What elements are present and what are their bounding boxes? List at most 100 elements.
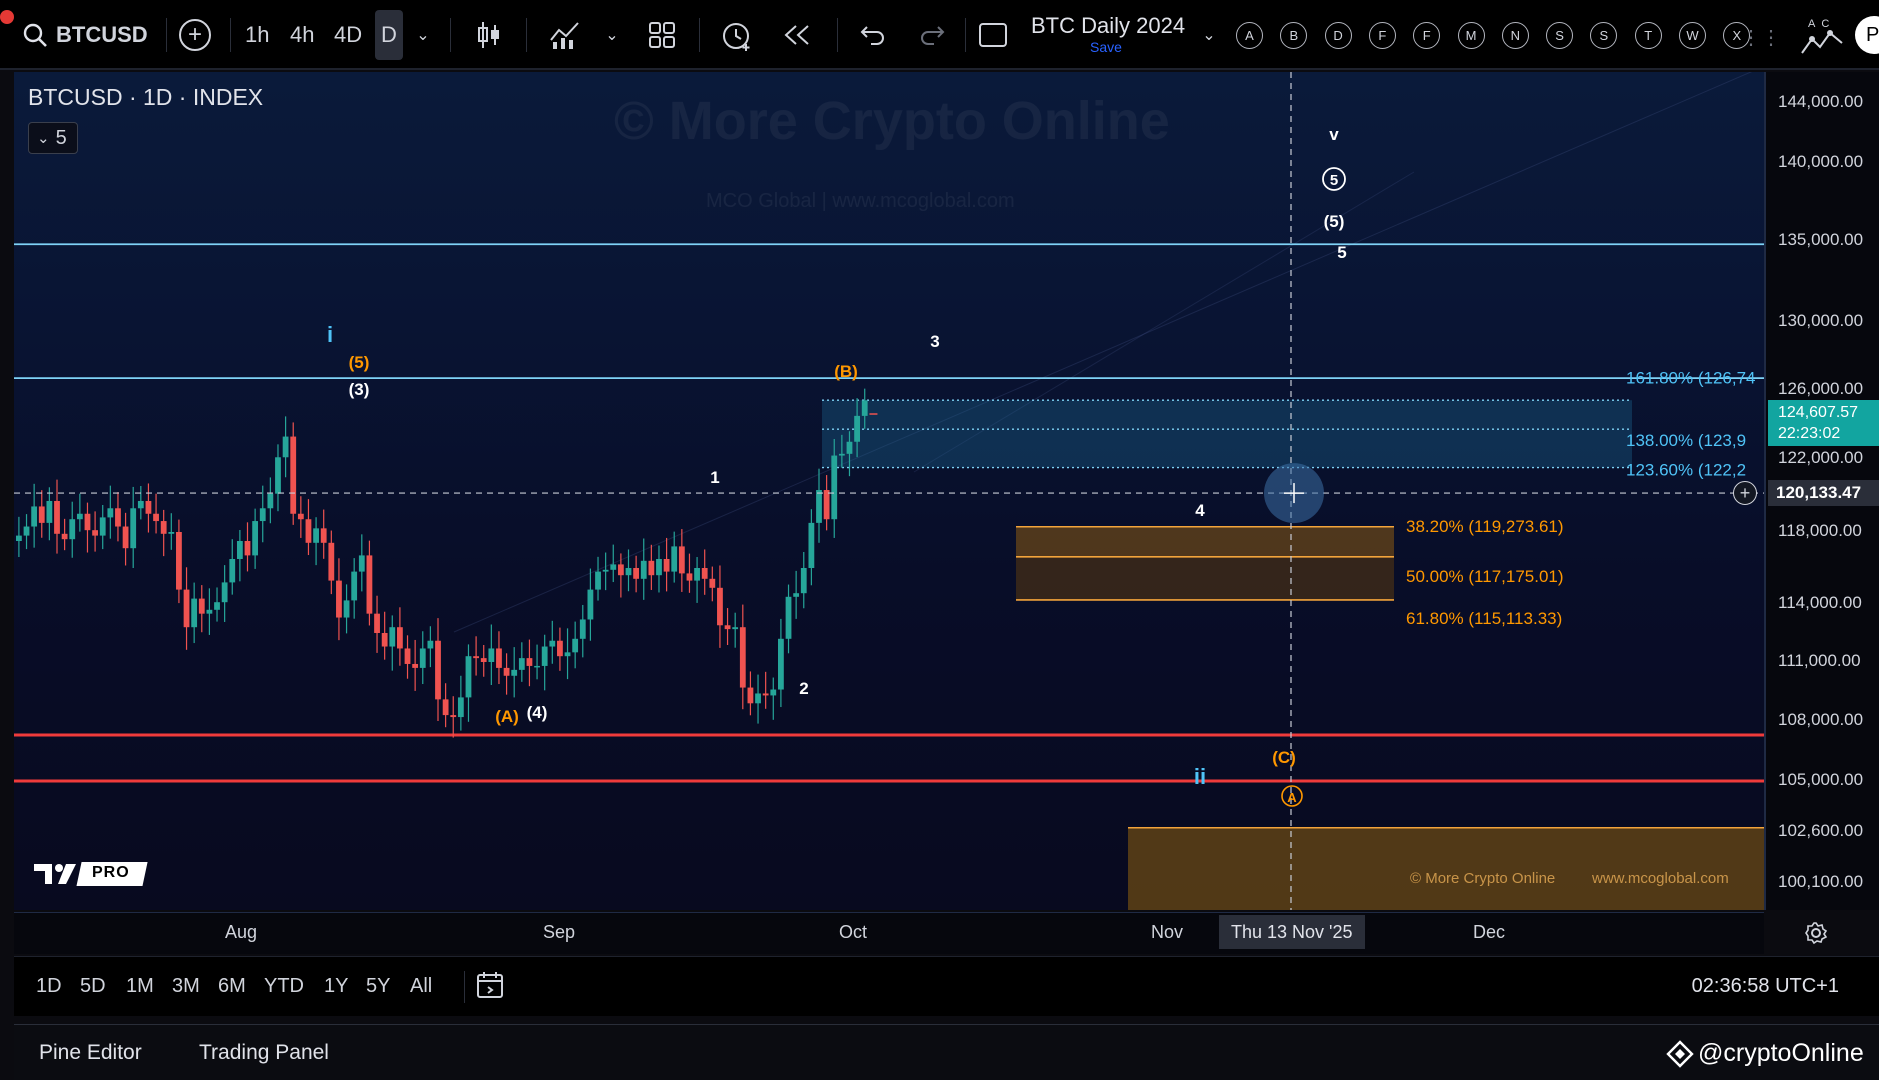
layout-grid-icon[interactable]	[645, 18, 679, 52]
legend-collapse-button[interactable]: ⌄ 5	[28, 122, 78, 154]
range-button-5d[interactable]: 5D	[80, 975, 106, 998]
tradingview-app: BTCUSD + 1h 4h 4D D ⌄ ⌄ BTC Daily 2024 S…	[0, 0, 1879, 1080]
candle-body	[412, 663, 419, 668]
candle-body	[31, 506, 38, 527]
drawing-button-w[interactable]: W	[1679, 22, 1706, 49]
range-button-5y[interactable]: 5Y	[366, 975, 390, 998]
fib-level-label: 123.60% (122,2	[1626, 461, 1746, 480]
fib-zone-upper	[1016, 526, 1394, 557]
drag-dots-icon[interactable]: ⋮⋮	[1741, 24, 1781, 50]
candle-body	[473, 656, 479, 659]
replay-icon[interactable]	[780, 18, 814, 52]
drawing-button-a[interactable]: A	[1236, 22, 1263, 49]
utc-clock[interactable]: 02:36:58 UTC+1	[1692, 975, 1839, 998]
time-tick: Nov	[1151, 922, 1184, 942]
candle-body	[99, 517, 106, 536]
panel-bar: Pine Editor Trading Panel @cryptoOnline	[14, 1024, 1879, 1080]
candle-body	[46, 500, 53, 523]
range-button-ytd[interactable]: YTD	[264, 975, 304, 998]
wave-label: ii	[1194, 764, 1206, 789]
drawing-button-b[interactable]: B	[1280, 22, 1308, 49]
candle-body	[595, 571, 601, 590]
drawing-button-t[interactable]: T	[1634, 22, 1662, 49]
chevron-down-icon: ⌄	[37, 130, 50, 147]
candle-body	[168, 532, 175, 534]
candle-body	[534, 665, 540, 668]
candle-body	[854, 415, 860, 442]
candle-body	[145, 500, 152, 514]
drawing-button-m[interactable]: M	[1457, 22, 1485, 49]
drawing-button-s[interactable]: S	[1590, 22, 1618, 49]
last-price-value: 124,607.57	[1778, 404, 1859, 422]
wave-label: (B)	[834, 362, 858, 381]
range-button-all[interactable]: All	[410, 975, 432, 998]
interval-4d[interactable]: 4D	[334, 18, 362, 52]
candle-body	[800, 568, 807, 594]
price-tick: 100,100.00	[1778, 872, 1864, 891]
fullscreen-icon[interactable]	[978, 20, 1008, 50]
range-button-1y[interactable]: 1Y	[324, 975, 348, 998]
candle-body	[442, 699, 449, 716]
candle-body	[602, 569, 609, 572]
tab-trading-panel[interactable]: Trading Panel	[199, 1041, 329, 1065]
chart-pane[interactable]: © More Crypto Online MCO Global | www.mc…	[14, 72, 1764, 910]
layout-name[interactable]: BTC Daily 2024	[1031, 13, 1185, 39]
candle-body	[404, 648, 411, 664]
save-label[interactable]: Save	[1090, 39, 1122, 55]
wave-label: (5)	[1324, 212, 1345, 231]
drawing-button-s[interactable]: S	[1546, 22, 1574, 49]
candle-body	[351, 571, 358, 601]
fib-level-label: 61.80% (115,113.33)	[1406, 609, 1562, 628]
drawing-button-f[interactable]: F	[1368, 22, 1396, 49]
chevron-down-icon[interactable]: ⌄	[1198, 20, 1220, 50]
price-axis[interactable]: 144,000.00 140,000.00 135,000.00 130,000.00…	[1764, 72, 1879, 910]
undo-icon[interactable]	[856, 18, 890, 52]
wave-label: A	[1287, 790, 1297, 805]
candle-body	[694, 568, 700, 581]
time-tick: Dec	[1473, 922, 1506, 942]
candle-body	[206, 609, 213, 614]
interval-d[interactable]: D	[375, 10, 403, 60]
candle-body	[648, 560, 655, 576]
wave-icon[interactable]	[1800, 28, 1844, 58]
chevron-down-icon[interactable]: ⌄	[412, 20, 434, 50]
redo-icon[interactable]	[915, 18, 949, 52]
interval-4h[interactable]: 4h	[290, 18, 314, 52]
chart-canvas[interactable]: 161.80% (126,74 138.00% (123,9 123.60% (12…	[14, 72, 1764, 910]
candle-body	[115, 508, 121, 527]
candle-body	[770, 689, 777, 696]
candles-icon[interactable]	[472, 18, 506, 52]
drawing-button-n[interactable]: N	[1501, 22, 1529, 49]
candle-body	[778, 638, 784, 690]
tab-pine-editor[interactable]: Pine Editor	[39, 1041, 142, 1065]
chevron-down-icon[interactable]: ⌄	[602, 20, 622, 50]
range-button-6m[interactable]: 6M	[218, 975, 246, 998]
range-button-1m[interactable]: 1M	[126, 975, 154, 998]
time-axis[interactable]: Thu 13 Nov '25 Aug Sep Oct Nov Dec	[14, 912, 1828, 954]
fib-level-label: 38.20% (119,273.61)	[1406, 517, 1564, 536]
candle-body	[267, 493, 274, 509]
drawing-button-d[interactable]: D	[1324, 22, 1352, 49]
add-alert-plus-icon[interactable]: +	[1733, 481, 1757, 506]
candle-body	[236, 541, 243, 559]
candle-body	[336, 580, 342, 618]
profile-avatar[interactable]: P	[1855, 16, 1879, 54]
candle-body	[183, 589, 190, 628]
candle-body	[107, 508, 114, 518]
symbol-search-button[interactable]: BTCUSD	[22, 16, 148, 54]
time-tick: Sep	[543, 922, 576, 942]
range-button-1d[interactable]: 1D	[36, 975, 62, 998]
range-button-3m[interactable]: 3M	[172, 975, 200, 998]
legend-title: BTCUSD · 1D · INDEX	[28, 84, 264, 110]
interval-1h[interactable]: 1h	[245, 18, 269, 52]
date-range-calendar-icon[interactable]	[474, 969, 508, 1008]
candle-body	[625, 568, 632, 576]
candle-body	[366, 555, 373, 614]
compare-add-icon[interactable]: +	[179, 19, 211, 51]
candle-body	[861, 400, 868, 416]
alert-clock-icon[interactable]	[718, 16, 756, 54]
settings-gear-icon[interactable]	[1804, 921, 1828, 950]
wave-label: (5)	[349, 353, 370, 372]
drawing-button-f[interactable]: F	[1413, 22, 1441, 49]
indicators-icon[interactable]	[548, 18, 582, 52]
